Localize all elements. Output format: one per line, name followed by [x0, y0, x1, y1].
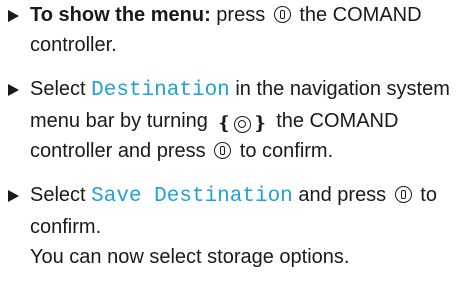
instruction-list: To show the menu: press the COMAND contr… — [8, 0, 460, 272]
step-save-destination: Select Save Destination and press to con… — [8, 180, 460, 272]
step-bullet-icon — [8, 10, 19, 22]
step-text: press — [210, 4, 266, 26]
step-result-text: You can now select storage options. — [30, 246, 350, 268]
step-text: and press — [292, 184, 387, 206]
step-show-menu: To show the menu: press the COMAND contr… — [8, 0, 460, 60]
controller-press-icon — [273, 6, 291, 23]
controller-turn-icon: ❴ ❵ — [216, 113, 268, 134]
step-select-destination: Select Destination in the navigation sys… — [8, 74, 460, 166]
step-bullet-icon — [8, 84, 19, 96]
step-lead-text: To show the menu: — [30, 4, 211, 26]
step-text: to confirm. — [234, 140, 334, 162]
step-text: Select — [30, 184, 92, 206]
step-bullet-icon — [8, 190, 19, 202]
controller-press-icon — [394, 186, 412, 203]
menu-item-save-destination: Save Destination — [91, 185, 293, 208]
controller-press-icon — [214, 142, 232, 159]
step-text: Select — [30, 78, 92, 100]
menu-item-destination: Destination — [91, 79, 230, 102]
